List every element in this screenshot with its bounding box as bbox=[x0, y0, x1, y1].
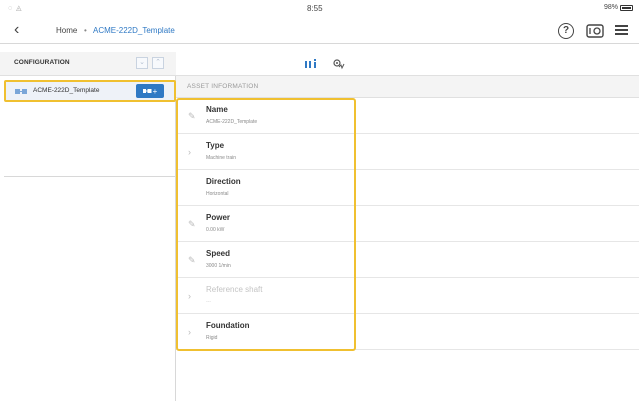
section-title: ASSET INFORMATION bbox=[187, 83, 259, 90]
row-label: Reference shaft bbox=[206, 285, 263, 294]
row-direction: Direction Horizontal bbox=[176, 170, 639, 206]
help-icon[interactable]: ? bbox=[558, 23, 574, 39]
status-time: 8:55 bbox=[307, 4, 323, 13]
row-value: 0.00 kW bbox=[206, 227, 225, 233]
breadcrumb-home[interactable]: Home bbox=[56, 26, 77, 35]
row-label: Foundation bbox=[206, 321, 250, 330]
chevron-right-icon: › bbox=[188, 327, 191, 337]
configuration-panel: ACME-222D_Template + bbox=[0, 76, 176, 401]
battery-icon bbox=[620, 4, 633, 11]
pencil-icon: ✎ bbox=[188, 219, 196, 229]
wifi-icon: ◌ ◬ bbox=[8, 5, 23, 12]
row-reference-shaft: › Reference shaft --- bbox=[176, 278, 639, 314]
section-header: ASSET INFORMATION bbox=[176, 76, 639, 98]
row-foundation[interactable]: › Foundation Rigid bbox=[176, 314, 639, 350]
chevron-down-icon[interactable]: ⌄ bbox=[136, 57, 148, 69]
breadcrumb-asset[interactable]: ACME-222D_Template bbox=[93, 26, 175, 35]
divider bbox=[4, 176, 176, 177]
row-label: Name bbox=[206, 105, 228, 114]
row-name[interactable]: ✎ Name ACME-222D_Template bbox=[176, 98, 639, 134]
pencil-icon: ✎ bbox=[188, 111, 196, 121]
status-bar: ◌ ◬ 8:55 98% bbox=[0, 0, 639, 18]
row-value: Rigid bbox=[206, 335, 218, 341]
row-label: Speed bbox=[206, 249, 231, 258]
row-value: Horizontal bbox=[206, 191, 229, 197]
battery-level: 98% bbox=[603, 4, 618, 11]
battery-indicator: 98% bbox=[604, 4, 633, 11]
app-header: ‹ Home • ACME-222D_Template ? bbox=[0, 18, 639, 44]
row-type[interactable]: › Type Machine train bbox=[176, 134, 639, 170]
row-label: Type bbox=[206, 141, 225, 150]
tab-asset-info[interactable] bbox=[300, 56, 322, 72]
configuration-bar: CONFIGURATION ⌄ ⌃ bbox=[0, 52, 176, 76]
tab-settings[interactable] bbox=[328, 56, 350, 72]
row-value: ACME-222D_Template bbox=[206, 119, 258, 125]
gear-icon bbox=[333, 59, 345, 70]
add-button-label: + bbox=[152, 86, 158, 96]
row-power[interactable]: ✎ Power 0.00 kW bbox=[176, 206, 639, 242]
info-bars-icon bbox=[305, 59, 316, 68]
menu-icon[interactable] bbox=[614, 23, 630, 39]
back-button[interactable]: ‹ bbox=[14, 22, 19, 38]
row-value: Machine train bbox=[206, 155, 237, 161]
configuration-title: CONFIGURATION bbox=[14, 59, 70, 66]
chevron-right-icon: › bbox=[188, 147, 191, 157]
row-value: --- bbox=[206, 299, 211, 305]
row-label: Power bbox=[206, 213, 231, 222]
row-label: Direction bbox=[206, 177, 241, 186]
machine-icon bbox=[142, 89, 152, 93]
chevron-up-icon[interactable]: ⌃ bbox=[152, 57, 164, 69]
add-component-button[interactable]: + bbox=[136, 84, 164, 98]
row-value: 3000 1/min bbox=[206, 263, 231, 269]
asset-information-panel: ASSET INFORMATION ✎ Name ACME-222D_Templ… bbox=[176, 76, 639, 401]
tab-bar bbox=[176, 52, 639, 76]
chevron-right-icon: › bbox=[188, 291, 191, 301]
machine-train-icon bbox=[15, 89, 27, 94]
device-icon[interactable] bbox=[586, 23, 604, 39]
breadcrumb-separator: • bbox=[84, 26, 87, 35]
tree-item-asset[interactable]: ACME-222D_Template + bbox=[4, 80, 176, 102]
pencil-icon: ✎ bbox=[188, 255, 196, 265]
tree-item-label: ACME-222D_Template bbox=[33, 87, 100, 94]
row-speed[interactable]: ✎ Speed 3000 1/min bbox=[176, 242, 639, 278]
